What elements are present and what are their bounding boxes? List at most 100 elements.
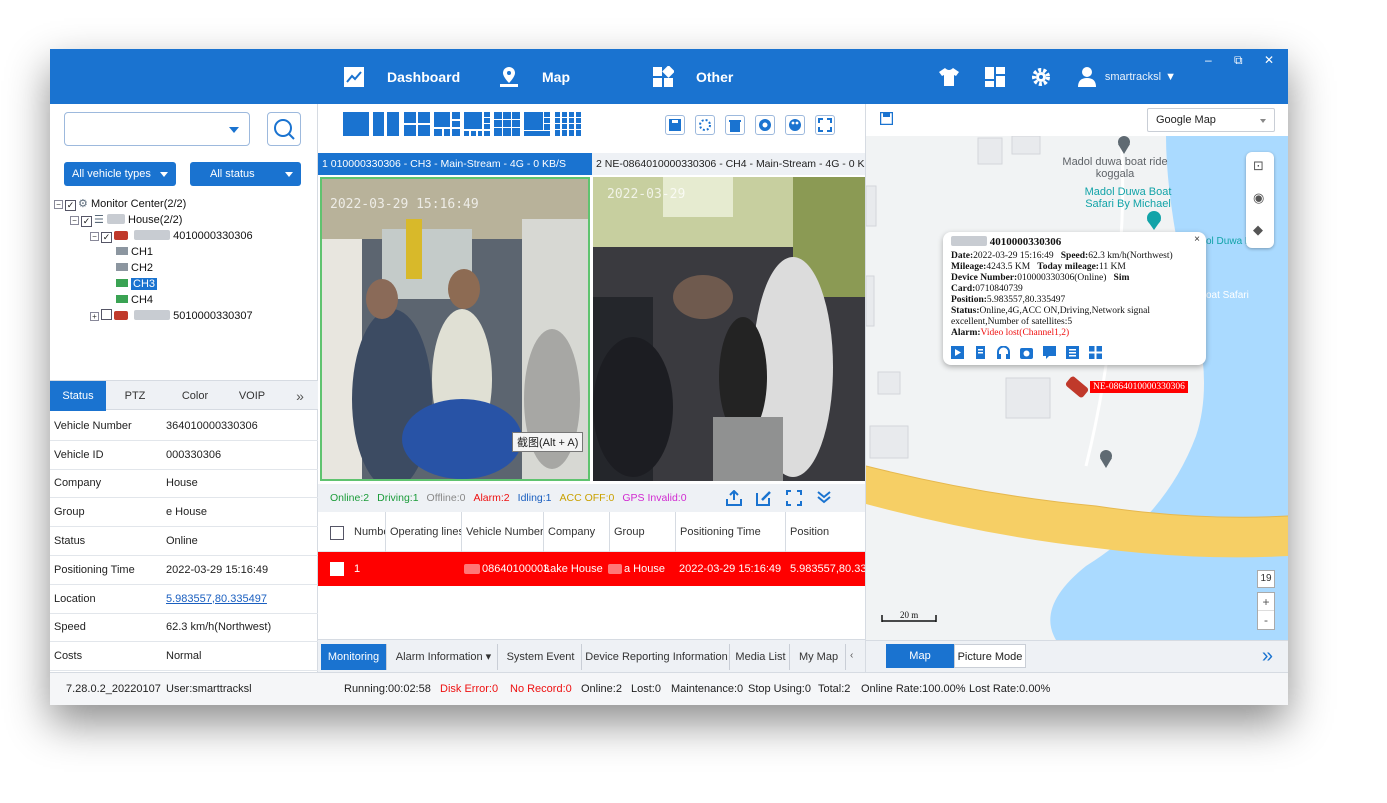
- user-menu-caret[interactable]: ▼: [1165, 71, 1176, 83]
- collapse-toggle[interactable]: −: [70, 216, 79, 225]
- fullscreen-button[interactable]: [815, 115, 835, 135]
- status-filter[interactable]: All status: [190, 162, 301, 186]
- search-button[interactable]: [267, 112, 301, 146]
- headset-icon[interactable]: [997, 346, 1010, 359]
- col-group[interactable]: Group: [610, 512, 676, 552]
- camera-icon[interactable]: [1020, 346, 1033, 359]
- edit-icon[interactable]: [756, 490, 772, 509]
- document-icon[interactable]: [974, 346, 987, 359]
- more-tabs-button[interactable]: »: [286, 381, 314, 411]
- tree-node-vehicle-1[interactable]: − ✓ 4010000330306: [54, 228, 314, 244]
- tab-system-event[interactable]: System Event: [500, 644, 582, 670]
- tab-scroll-icon[interactable]: ‹: [850, 650, 853, 661]
- chevron-down-icon[interactable]: [816, 489, 832, 508]
- col-number[interactable]: Number: [350, 512, 386, 552]
- palette-button[interactable]: [785, 115, 805, 135]
- traffic-light-icon[interactable]: ⊡: [1253, 158, 1264, 174]
- expand-toggle[interactable]: +: [90, 312, 99, 321]
- col-positioning-time[interactable]: Positioning Time: [676, 512, 786, 552]
- col-company[interactable]: Company: [544, 512, 610, 552]
- tree-node-house[interactable]: − ✓ ☰ House(2/2): [54, 212, 314, 228]
- tree-node-vehicle-2[interactable]: + 5010000330307: [54, 308, 314, 324]
- save-icon[interactable]: [879, 111, 894, 128]
- tab-status[interactable]: Status: [50, 381, 106, 411]
- place-label[interactable]: Madol Duwa Boat Safari By Michael: [1078, 186, 1178, 210]
- disk-error[interactable]: Disk Error:0: [440, 683, 498, 695]
- record-button[interactable]: [755, 115, 775, 135]
- video-1-header[interactable]: 1 010000330306 - CH3 - Main-Stream - 4G …: [318, 153, 592, 175]
- vehicle-search-select[interactable]: [64, 112, 250, 146]
- tab-device-reporting[interactable]: Device Reporting Information: [584, 644, 730, 670]
- tree-node-ch4[interactable]: CH4: [54, 292, 314, 308]
- stat-gps-invalid[interactable]: GPS Invalid:0: [622, 492, 686, 504]
- message-icon[interactable]: [1043, 346, 1056, 359]
- stat-offline[interactable]: Offline:0: [427, 492, 466, 504]
- zoom-in-button[interactable]: +: [1258, 593, 1274, 611]
- place-label[interactable]: Madol duwa boat ride koggala: [1060, 156, 1170, 180]
- col-operating-lines[interactable]: Operating lines: [386, 512, 462, 552]
- globe-icon[interactable]: ◉: [1253, 190, 1264, 206]
- shirt-icon[interactable]: [937, 65, 961, 89]
- tree-checkbox[interactable]: ✓: [65, 200, 76, 211]
- tree-node-ch1[interactable]: CH1: [54, 244, 314, 260]
- close-icon[interactable]: ×: [1194, 234, 1200, 245]
- vehicle-type-filter[interactable]: All vehicle types: [64, 162, 176, 186]
- layout-2-icon[interactable]: [373, 112, 399, 136]
- video-2-header[interactable]: 2 NE-0864010000330306 - CH4 - Main-Strea…: [592, 153, 865, 175]
- stat-acc-off[interactable]: ACC OFF:0: [560, 492, 615, 504]
- collapse-toggle[interactable]: −: [90, 232, 99, 241]
- expand-panel-button[interactable]: »: [1262, 645, 1273, 668]
- tab-color[interactable]: Color: [168, 381, 222, 411]
- table-row[interactable]: 1 08640100003 Lake House a House 2022-03…: [318, 552, 865, 586]
- map-provider-select[interactable]: Google Map: [1147, 108, 1275, 132]
- user-name[interactable]: smartracksl: [1105, 71, 1161, 83]
- layout-icon[interactable]: [983, 65, 1007, 89]
- restore-button[interactable]: ⧉: [1234, 53, 1243, 68]
- tab-media-list[interactable]: Media List: [732, 644, 790, 670]
- cube-icon[interactable]: ◆: [1253, 222, 1263, 238]
- vehicle-marker-label[interactable]: NE-0864010000330306: [1090, 381, 1188, 393]
- tab-monitoring[interactable]: Monitoring: [321, 644, 387, 670]
- minimize-button[interactable]: –: [1205, 53, 1212, 67]
- expand-icon[interactable]: [786, 490, 802, 509]
- layout-9-icon[interactable]: [494, 112, 520, 136]
- video-feed-ch4[interactable]: 2022-03-29: [593, 177, 865, 481]
- tree-checkbox[interactable]: ✓: [81, 216, 92, 227]
- tree-node-ch2[interactable]: CH2: [54, 260, 314, 276]
- layout-16-icon[interactable]: [555, 112, 581, 136]
- tab-my-map[interactable]: My Map: [792, 644, 846, 670]
- tree-checkbox[interactable]: ✓: [101, 232, 112, 243]
- close-button[interactable]: ✕: [1264, 53, 1274, 67]
- layout-8-icon[interactable]: [464, 112, 490, 136]
- layout-10-icon[interactable]: [524, 112, 550, 136]
- map-canvas[interactable]: Madol duwa boat ride koggala Madol Duwa …: [866, 136, 1288, 640]
- tree-node-ch3[interactable]: CH3: [54, 276, 314, 292]
- tab-voip[interactable]: VOIP: [230, 381, 274, 411]
- user-icon[interactable]: [1075, 65, 1099, 89]
- select-all-checkbox[interactable]: [330, 526, 344, 540]
- tree-node-monitor-center[interactable]: − ✓ ⚙ Monitor Center(2/2): [54, 196, 314, 212]
- stat-online[interactable]: Online:2: [330, 492, 369, 504]
- stat-idling[interactable]: Idling:1: [518, 492, 552, 504]
- nav-other[interactable]: Other: [652, 63, 733, 91]
- tab-alarm-information[interactable]: Alarm Information ▾: [390, 644, 498, 670]
- zoom-out-button[interactable]: -: [1258, 611, 1274, 629]
- video-feed-ch3[interactable]: 2022-03-29 15:16:49 截图(Alt + A): [320, 177, 590, 481]
- nav-dashboard[interactable]: Dashboard: [343, 63, 460, 91]
- no-record[interactable]: No Record:0: [510, 683, 572, 695]
- tree-checkbox[interactable]: [101, 309, 112, 320]
- grid-icon[interactable]: [1089, 346, 1102, 359]
- play-video-icon[interactable]: [951, 346, 964, 359]
- collapse-toggle[interactable]: −: [54, 200, 63, 209]
- gear-icon[interactable]: [1029, 65, 1053, 89]
- col-position[interactable]: Position: [786, 512, 865, 552]
- list-icon[interactable]: [1066, 346, 1079, 359]
- tab-map-mode[interactable]: Map: [886, 644, 954, 668]
- stat-driving[interactable]: Driving:1: [377, 492, 418, 504]
- refresh-button[interactable]: [695, 115, 715, 135]
- tab-picture-mode[interactable]: Picture Mode: [954, 644, 1026, 668]
- export-icon[interactable]: [726, 489, 742, 509]
- layout-6-icon[interactable]: [434, 112, 460, 136]
- save-button[interactable]: [665, 115, 685, 135]
- stat-alarm[interactable]: Alarm:2: [473, 492, 509, 504]
